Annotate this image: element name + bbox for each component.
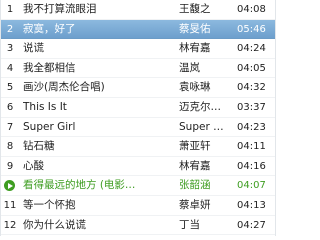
track-row[interactable]: 4 我全都相信 温岚 04:05 (1, 59, 275, 79)
track-title: 钻石糖 (23, 140, 55, 153)
track-title: 看得最远的地方 (电影… (23, 179, 136, 192)
track-title: Super Girl (23, 120, 76, 133)
track-title: 等一个怀抱 (23, 198, 76, 211)
track-duration: 04:07 (237, 180, 266, 192)
track-artist: 王馥之 (179, 3, 211, 15)
playlist-rows: 1 我不打算流眼泪 王馥之 04:08 2 寂寞，好了 蔡旻佑 05:46 3 说谎 林宥嘉 04:2… (1, 0, 275, 236)
track-duration: 05:46 (237, 23, 266, 35)
track-duration: 04:27 (237, 219, 266, 231)
track-duration: 03:37 (237, 101, 266, 113)
track-duration: 04:32 (237, 82, 266, 94)
track-artist: 林宥嘉 (179, 42, 211, 55)
track-number: 2 (6, 23, 14, 35)
track-row[interactable]: 3 说谎 林宥嘉 04:24 (1, 39, 275, 59)
track-duration: 04:16 (237, 160, 266, 172)
track-artist: 丁当 (179, 218, 200, 231)
track-duration: 04:11 (237, 141, 266, 153)
track-title: 我不打算流眼泪 (23, 3, 97, 15)
track-number: 8 (6, 141, 14, 153)
track-number: 11 (3, 199, 17, 211)
track-duration: 04:24 (237, 43, 266, 55)
track-row[interactable]: 2 寂寞，好了 蔡旻佑 05:46 (1, 19, 275, 40)
track-row[interactable]: 7 Super Girl Super … 04:23 (1, 118, 275, 138)
track-number: 3 (6, 43, 14, 55)
track-artist: 蔡旻佑 (179, 22, 211, 35)
track-number: 5 (6, 82, 14, 94)
track-artist: 袁咏琳 (179, 81, 211, 94)
track-title: 心酸 (23, 159, 44, 172)
playlist: 1 我不打算流眼泪 王馥之 04:08 2 寂寞，好了 蔡旻佑 05:46 3 说谎 林宥嘉 04:2… (0, 0, 276, 236)
track-row[interactable]: 12 你为什么说谎 丁当 04:27 (1, 216, 275, 236)
track-number: 6 (6, 101, 14, 113)
track-title: 画沙(周杰伦合唱) (23, 81, 105, 94)
track-row[interactable]: 6 This Is It 迈克尔… 03:37 (1, 98, 275, 118)
track-artist: 张韶涵 (179, 179, 211, 192)
track-number: 1 (6, 4, 14, 15)
track-number: 7 (6, 121, 14, 133)
track-title: This Is It (23, 100, 67, 113)
track-title: 你为什么说谎 (23, 218, 86, 231)
track-row[interactable]: 1 我不打算流眼泪 王馥之 04:08 (1, 0, 275, 20)
track-row[interactable]: 看得最远的地方 (电影… 张韶涵 04:07 (1, 176, 275, 196)
track-title: 寂寞，好了 (23, 22, 76, 35)
track-duration: 04:05 (237, 62, 266, 74)
track-row[interactable]: 9 心酸 林宥嘉 04:16 (1, 157, 275, 177)
track-artist: 萧亚轩 (179, 140, 211, 153)
now-playing-icon (4, 180, 15, 192)
track-duration: 04:08 (237, 4, 266, 15)
track-row[interactable]: 8 钻石糖 萧亚轩 04:11 (1, 137, 275, 157)
track-artist: 蔡卓妍 (179, 198, 211, 211)
track-artist: Super … (179, 120, 224, 133)
track-row[interactable]: 11 等一个怀抱 蔡卓妍 04:13 (1, 196, 275, 216)
track-title: 我全都相信 (23, 61, 76, 74)
track-duration: 04:13 (237, 199, 266, 211)
track-artist: 迈克尔… (179, 100, 221, 113)
track-duration: 04:23 (237, 121, 266, 133)
track-row[interactable]: 5 画沙(周杰伦合唱) 袁咏琳 04:32 (1, 78, 275, 98)
track-artist: 林宥嘉 (179, 159, 211, 172)
track-number: 12 (3, 219, 17, 231)
track-number: 9 (6, 160, 14, 172)
track-number: 4 (6, 62, 14, 74)
track-title: 说谎 (23, 42, 44, 55)
track-artist: 温岚 (179, 61, 200, 74)
